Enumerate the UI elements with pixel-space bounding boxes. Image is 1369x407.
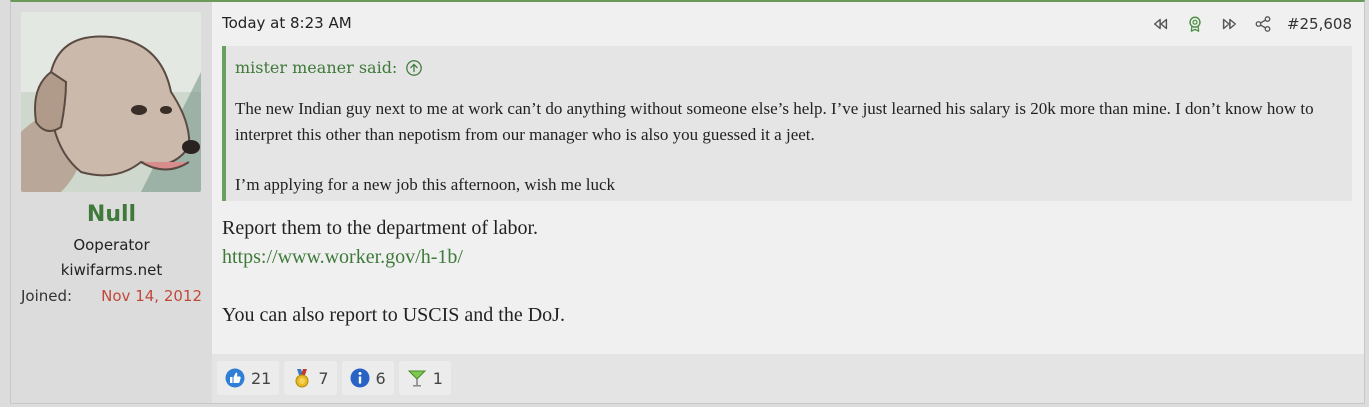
fast-forward-icon[interactable] — [1219, 14, 1239, 34]
user-panel: Null Ooperator kiwifarms.net Joined: Nov… — [11, 2, 212, 403]
joined-label: Joined: — [21, 287, 73, 305]
post-spacer — [222, 272, 1352, 301]
post-number[interactable]: #25,608 — [1287, 15, 1352, 33]
quote-author[interactable]: mister meaner said: — [235, 58, 397, 77]
reaction-count: 21 — [251, 368, 272, 388]
reaction-thumbs-up[interactable]: 21 — [217, 361, 280, 395]
share-icon[interactable] — [1253, 14, 1273, 34]
post-actions: #25,608 — [1151, 14, 1352, 34]
reaction-info[interactable]: 6 — [341, 361, 394, 395]
quote-paragraph: The new Indian guy next to me at work ca… — [235, 99, 1314, 144]
reaction-medal[interactable]: 7 — [284, 361, 337, 395]
info-icon — [350, 368, 370, 388]
thumbs-up-icon — [225, 368, 245, 388]
reaction-cocktail[interactable]: 1 — [398, 361, 451, 395]
joined-date: Nov 14, 2012 — [101, 287, 202, 305]
reaction-count: 6 — [375, 368, 386, 388]
quote-block: mister meaner said: The new Indian guy n… — [222, 46, 1352, 201]
post-body: Report them to the department of labor. … — [222, 214, 1352, 330]
quote-header[interactable]: mister meaner said: — [235, 58, 423, 77]
post-text: Report them to the department of labor. — [222, 217, 539, 239]
user-title: Ooperator — [73, 236, 150, 254]
post-link[interactable]: https://www.worker.gov/h-1b/ — [222, 246, 463, 268]
post-footer: 21 7 6 1 — [212, 354, 1364, 403]
post-text: You can also report to USCIS and the DoJ… — [222, 304, 565, 326]
quote-body: The new Indian guy next to me at work ca… — [235, 96, 1340, 222]
avatar[interactable] — [21, 12, 201, 192]
reaction-count: 7 — [318, 368, 329, 388]
award-icon[interactable] — [1185, 14, 1205, 34]
arrow-up-circle-icon[interactable] — [405, 59, 423, 77]
cocktail-icon — [407, 370, 426, 387]
rewind-icon[interactable] — [1151, 14, 1171, 34]
post-timestamp[interactable]: Today at 8:23 AM — [222, 14, 352, 32]
reaction-count: 1 — [432, 368, 443, 388]
reaction-bar: 21 7 6 1 — [217, 361, 451, 395]
forum-post: Null Ooperator kiwifarms.net Joined: Nov… — [10, 0, 1365, 404]
post-main: Today at 8:23 AM #25,608 mister meaner s… — [212, 2, 1364, 354]
user-site: kiwifarms.net — [60, 261, 163, 279]
username[interactable]: Null — [11, 202, 212, 227]
medal-icon — [295, 369, 309, 388]
quote-paragraph: I’m applying for a new job this afternoo… — [235, 175, 616, 194]
